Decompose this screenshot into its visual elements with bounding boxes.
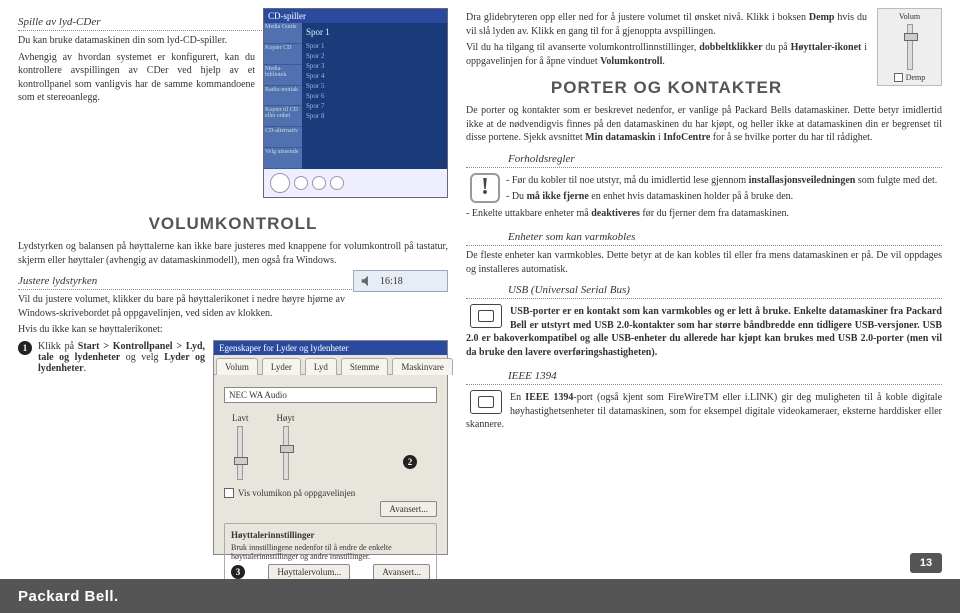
checkbox-icon — [224, 488, 234, 498]
callout-1: 1 — [18, 341, 32, 355]
clock-time: 16:18 — [380, 276, 403, 287]
ieee-port-icon — [470, 390, 502, 414]
rule-item: - Enkelte uttakbare enheter må deaktiver… — [466, 207, 942, 221]
rule-item: - Du må ikke fjerne en enhet hvis datama… — [466, 190, 942, 204]
volume-slider[interactable] — [907, 24, 913, 70]
pw-group-title: Høyttalerinnstillinger — [231, 530, 430, 540]
mp-track: Spor 6 — [306, 91, 443, 101]
para: De fleste enheter kan varmkobles. Dette … — [466, 249, 942, 276]
pw-device-dropdown[interactable]: NEC WA Audio — [224, 387, 437, 403]
pw-tab-stemme[interactable]: Stemme — [341, 358, 389, 375]
rules-subhead: Forholdsregler — [466, 151, 942, 168]
pw-tab-volum[interactable]: Volum — [216, 358, 258, 375]
pw-advanced2-button[interactable]: Avansert... — [373, 564, 430, 580]
volume-popup: Volum Demp — [877, 8, 942, 86]
mp-track: Spor 2 — [306, 51, 443, 61]
usb-port-icon — [470, 304, 502, 328]
left-column: CD-spiller Media Guide Kopier CD Media-b… — [18, 8, 448, 561]
right-column: Volum Demp Dra glidebryteren opp eller n… — [466, 8, 942, 561]
mp-side-item: Velg utseende — [264, 148, 302, 169]
usb-subhead: USB (Universal Serial Bus) — [466, 282, 942, 299]
para: USB-porter er en kontakt som kan varmkob… — [466, 305, 942, 359]
mp-track: Spor 1 — [306, 41, 443, 51]
mp-side-item: CD-alternativ — [264, 127, 302, 148]
mp-side-item: Radio-mottak — [264, 86, 302, 107]
pw-tab-maskinvare[interactable]: Maskinvare — [392, 358, 453, 375]
warning-icon: ! — [470, 173, 500, 203]
mp-side-item: Media-bibliotek — [264, 65, 302, 86]
mp-track: Spor 3 — [306, 61, 443, 71]
next-icon[interactable] — [330, 176, 344, 190]
mute-label: Demp — [906, 73, 926, 82]
pw-show-icon-checkbox[interactable]: Vis volumikon på oppgavelinjen — [224, 488, 437, 498]
pw-chk-label: Vis volumikon på oppgavelinjen — [238, 488, 355, 498]
pw-slider-high: Høyt — [277, 413, 295, 423]
para: En IEEE 1394-port (også kjent som FireWi… — [466, 391, 942, 432]
taskbar-clock: 16:18 — [353, 270, 448, 292]
step-text: Klikk på Start > Kontrollpanel > Lyd, ta… — [38, 341, 205, 374]
mp-now-playing: Spor 1 — [306, 27, 443, 37]
mp-side-item: Kopier CD — [264, 44, 302, 65]
para: Dra glidebryteren opp eller ned for å ju… — [466, 11, 942, 38]
callout-3: 3 — [231, 565, 245, 579]
footer-bar: Packard Bell. — [0, 579, 960, 613]
mp-track: Spor 5 — [306, 81, 443, 91]
pw-slider-low: Lavt — [232, 413, 249, 423]
para: Hvis du ikke kan se høyttalerikonet: — [18, 323, 448, 337]
mp-track: Spor 7 — [306, 101, 443, 111]
volume-label: Volum — [881, 12, 938, 21]
pw-speaker-vol-button[interactable]: Høyttalervolum... — [268, 564, 350, 580]
mute-checkbox[interactable]: Demp — [881, 73, 938, 82]
para: Vil du justere volumet, klikker du bare … — [18, 293, 448, 320]
pw-volume-slider[interactable] — [237, 426, 243, 480]
mp-side-item: Kopier til CD eller enhet — [264, 106, 302, 127]
page-number: 13 — [910, 553, 942, 573]
warm-subhead: Enheter som kan varmkobles — [466, 229, 942, 246]
para: De porter og kontakter som er beskrevet … — [466, 104, 942, 145]
pw-tab-lyder[interactable]: Lyder — [262, 358, 301, 375]
pw-tab-lyd[interactable]: Lyd — [305, 358, 337, 375]
mp-side-item: Media Guide — [264, 23, 302, 44]
pw-titlebar: Egenskaper for Lyder og lydenheter — [214, 341, 447, 355]
para: Vil du ha tilgang til avanserte volumkon… — [466, 41, 942, 68]
ports-heading: PORTER OG KONTAKTER — [466, 78, 942, 98]
pw-group-text: Bruk innstillingene nedenfor til å endre… — [231, 543, 430, 561]
sound-properties-window: Egenskaper for Lyder og lydenheter Volum… — [213, 340, 448, 555]
mp-track: Spor 8 — [306, 111, 443, 121]
speaker-icon[interactable] — [360, 274, 374, 288]
mp-titlebar: CD-spiller — [264, 9, 447, 23]
mp-track: Spor 4 — [306, 71, 443, 81]
stop-icon[interactable] — [294, 176, 308, 190]
pw-balance-slider[interactable] — [283, 426, 289, 480]
checkbox-icon — [894, 73, 903, 82]
volumkontroll-heading: VOLUMKONTROLL — [18, 214, 448, 234]
prev-icon[interactable] — [312, 176, 326, 190]
pw-advanced-button[interactable]: Avansert... — [380, 501, 437, 517]
brand-logo: Packard Bell. — [18, 588, 119, 605]
play-icon[interactable] — [270, 173, 290, 193]
ieee-subhead: IEEE 1394 — [466, 368, 942, 385]
media-player-window: CD-spiller Media Guide Kopier CD Media-b… — [263, 8, 448, 198]
para: Lydstyrken og balansen på høyttalerne ka… — [18, 240, 448, 267]
rule-item: - Før du kobler til noe utstyr, må du im… — [466, 174, 942, 188]
callout-2: 2 — [403, 455, 417, 469]
mp-controls — [264, 169, 447, 197]
